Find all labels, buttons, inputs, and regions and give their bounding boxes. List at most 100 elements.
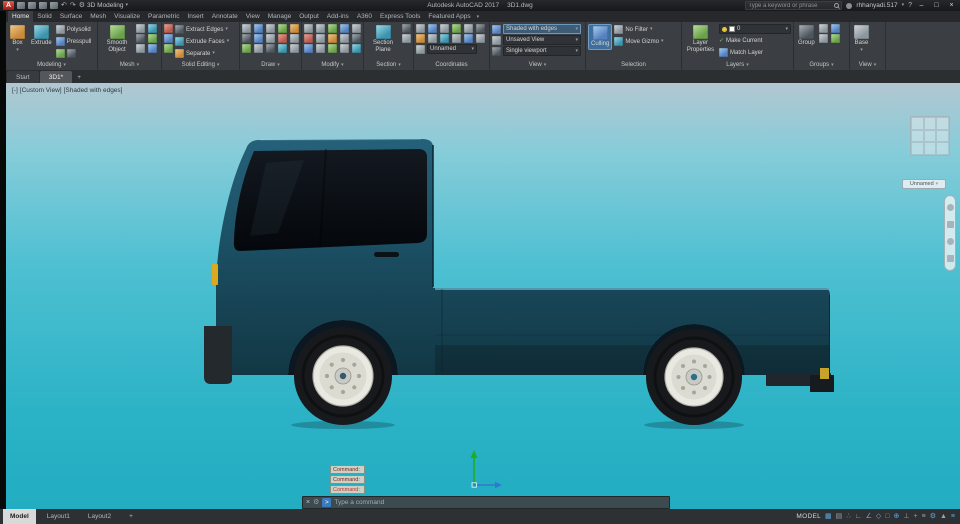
hatch-icon[interactable] [254, 34, 263, 43]
union-icon[interactable] [164, 24, 173, 33]
draw-panel-label[interactable]: Draw ▾ [240, 60, 301, 70]
viewcube-cell[interactable] [923, 142, 937, 155]
ungroup-icon[interactable] [818, 24, 828, 33]
ribbon-tab-express-tools[interactable]: Express Tools [376, 11, 424, 22]
revolve-icon[interactable] [55, 49, 65, 58]
gizmo-dropdown[interactable]: Move Gizmo ▾ [614, 36, 664, 47]
extrude-button[interactable]: Extrude [29, 24, 54, 48]
ucs-world-icon[interactable] [428, 24, 437, 33]
ucs-icon[interactable] [470, 450, 503, 489]
ucs-y-icon[interactable] [428, 34, 437, 43]
named-view-dropdown[interactable]: Unsaved View ▾ [503, 35, 581, 45]
workspace-switcher[interactable]: ⚙ 3D Modeling ▾ [79, 2, 128, 9]
ribbon-tab-a360[interactable]: A360 [353, 11, 376, 22]
layout-tab-layout2[interactable]: Layout2 [81, 509, 118, 524]
section-panel-label[interactable]: Section ▾ [364, 60, 413, 70]
viewcube-cell[interactable] [911, 117, 924, 130]
close-icon[interactable]: × [306, 499, 310, 506]
snap-mode-icon[interactable]: ▤ [836, 513, 843, 520]
add-jog-icon[interactable] [402, 34, 411, 43]
redo-icon[interactable]: ↷ [70, 2, 76, 9]
lineweight-icon[interactable]: ≡ [922, 513, 926, 520]
viewport[interactable]: [-] [Custom View] [Shaded with edges] Un… [6, 83, 960, 509]
ribbon-tab-view[interactable]: View [242, 11, 264, 22]
customization-icon[interactable]: ≡ [951, 513, 955, 520]
save-icon[interactable] [39, 2, 47, 9]
layout-tab-layout1[interactable]: Layout1 [40, 509, 77, 524]
orbit-icon[interactable] [946, 255, 954, 262]
break-icon[interactable] [352, 44, 361, 53]
undo-icon[interactable]: ↶ [61, 2, 67, 9]
chevron-down-icon[interactable]: ▾ [902, 3, 905, 8]
help-icon[interactable]: ? [908, 2, 912, 9]
move-icon[interactable] [304, 24, 313, 33]
view-output-panel-label[interactable]: View ▾ [850, 60, 885, 70]
ortho-mode-icon[interactable]: ∟ [855, 513, 862, 520]
modify-panel-label[interactable]: Modify ▾ [302, 60, 363, 70]
search-input[interactable] [748, 2, 833, 9]
polyline-icon[interactable] [254, 24, 263, 33]
ucs-icon[interactable] [416, 24, 425, 33]
truck-3d-scene[interactable] [6, 83, 960, 509]
explode-icon[interactable] [352, 34, 361, 43]
dynamic-input-icon[interactable]: + [914, 513, 918, 520]
visual-style-dropdown[interactable]: Shaded with edges ▾ [503, 24, 581, 34]
viewcube-ucs-dropdown[interactable]: Unnamed ▾ [902, 179, 946, 189]
lengthen-icon[interactable] [340, 44, 349, 53]
copy-icon[interactable] [316, 24, 325, 33]
close-button[interactable]: × [946, 0, 957, 11]
isodraft-icon[interactable]: ◇ [876, 513, 881, 520]
ellipse-icon[interactable] [242, 34, 251, 43]
refine-mesh-icon[interactable] [136, 34, 145, 43]
extrude-face-icon[interactable] [148, 44, 157, 53]
polar-tracking-icon[interactable]: ∠ [866, 513, 872, 520]
workspace-switching-icon[interactable]: ⚙ [930, 513, 936, 520]
new-layout-button[interactable]: + [122, 509, 140, 524]
file-tab-start[interactable]: Start [7, 71, 39, 83]
ucs-3point-icon[interactable] [476, 24, 485, 33]
customize-icon[interactable]: ⚙ [313, 499, 319, 506]
ribbon-tab-featured-apps[interactable]: Featured Apps [424, 11, 474, 22]
separate-button[interactable]: Separate ▾ [175, 48, 229, 59]
make-current-button[interactable]: ✓ Make Current [719, 35, 791, 46]
chamfer-icon[interactable] [340, 34, 349, 43]
viewcube-cell[interactable] [923, 117, 937, 130]
ribbon-tab-add-ins[interactable]: Add-ins [323, 11, 353, 22]
ribbon-tab-mesh[interactable]: Mesh [86, 11, 110, 22]
viewport-controls-menu[interactable]: [-] [12, 87, 18, 94]
viewcube[interactable] [910, 116, 950, 156]
viewcube-cell[interactable] [936, 117, 949, 130]
viewport-configuration-icon[interactable] [492, 46, 501, 56]
minimize-button[interactable]: – [916, 0, 927, 11]
stretch-icon[interactable] [328, 44, 337, 53]
ribbon-tab-home[interactable]: Home [8, 11, 34, 22]
boundary-icon[interactable] [278, 34, 287, 43]
ribbon-tab-surface[interactable]: Surface [56, 11, 86, 22]
navigation-bar[interactable] [944, 195, 956, 271]
gradient-icon[interactable] [266, 34, 275, 43]
culling-button[interactable]: Culling [588, 24, 613, 50]
front-wheel[interactable] [288, 320, 398, 425]
command-line[interactable]: × ⚙ > [302, 496, 670, 509]
ribbon-tab-insert[interactable]: Insert [183, 11, 207, 22]
add-crease-icon[interactable] [148, 34, 157, 43]
ribbon-tab-visualize[interactable]: Visualize [110, 11, 144, 22]
rear-wheel[interactable] [643, 324, 745, 425]
construction-line-icon[interactable] [242, 44, 251, 53]
wipeout-icon[interactable] [290, 44, 299, 53]
plot-icon[interactable] [50, 2, 58, 9]
object-snap-icon[interactable]: □ [885, 513, 889, 520]
navigation-wheel-icon[interactable] [946, 204, 954, 211]
object-snap-tracking-icon[interactable]: ⊕ [894, 513, 900, 520]
infer-constraints-icon[interactable]: ∴ [846, 513, 850, 520]
erase-icon[interactable] [304, 34, 313, 43]
rectangle-icon[interactable] [290, 24, 299, 33]
match-layer-button[interactable]: Match Layer [719, 47, 791, 58]
spline-icon[interactable] [290, 34, 299, 43]
fillet-icon[interactable] [328, 34, 337, 43]
viewport-config-dropdown[interactable]: Single viewport ▾ [503, 46, 581, 56]
ucs-origin-icon[interactable] [452, 24, 461, 33]
sweep-icon[interactable] [66, 49, 76, 58]
rotate-icon[interactable] [328, 24, 337, 33]
ucs-x-icon[interactable] [416, 34, 425, 43]
